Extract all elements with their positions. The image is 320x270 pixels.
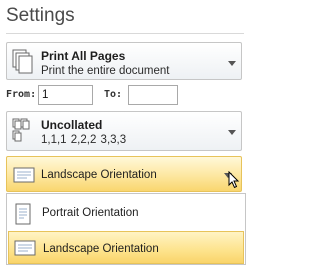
option-landscape[interactable]: Landscape Orientation	[8, 231, 244, 264]
settings-title: Settings	[6, 5, 75, 26]
orientation-selected-label: Landscape Orientation	[41, 169, 157, 181]
option-portrait[interactable]: Portrait Orientation	[8, 196, 244, 229]
portrait-icon	[13, 203, 33, 230]
orientation-dropdown[interactable]: Landscape Orientation	[6, 156, 242, 192]
from-page-input[interactable]	[38, 85, 93, 105]
to-label: To:	[104, 89, 123, 100]
title-divider	[6, 33, 244, 34]
option-landscape-label: Landscape Orientation	[43, 243, 159, 255]
mouse-cursor-icon	[228, 170, 240, 194]
option-portrait-label: Portrait Orientation	[42, 207, 139, 219]
collation-label: Uncollated	[41, 118, 103, 132]
from-label: From:	[6, 89, 37, 100]
page-range-row: From: To:	[6, 85, 242, 107]
print-range-description: Print the entire document	[41, 65, 170, 77]
landscape-icon	[13, 166, 35, 189]
print-range-dropdown[interactable]: Print All Pages Print the entire documen…	[6, 42, 242, 80]
landscape-icon	[14, 239, 36, 262]
collation-dropdown[interactable]: Uncollated 1,1,1 2,2,2 3,3,3	[6, 111, 242, 151]
chevron-down-icon	[228, 130, 236, 135]
chevron-down-icon	[228, 61, 236, 66]
uncollated-icon	[12, 118, 36, 147]
print-range-label: Print All Pages	[41, 49, 126, 63]
pages-icon	[12, 49, 34, 80]
orientation-options-list: Portrait Orientation Landscape Orientati…	[6, 193, 246, 265]
collation-description: 1,1,1 2,2,2 3,3,3	[41, 134, 127, 146]
to-page-input[interactable]	[128, 85, 178, 105]
